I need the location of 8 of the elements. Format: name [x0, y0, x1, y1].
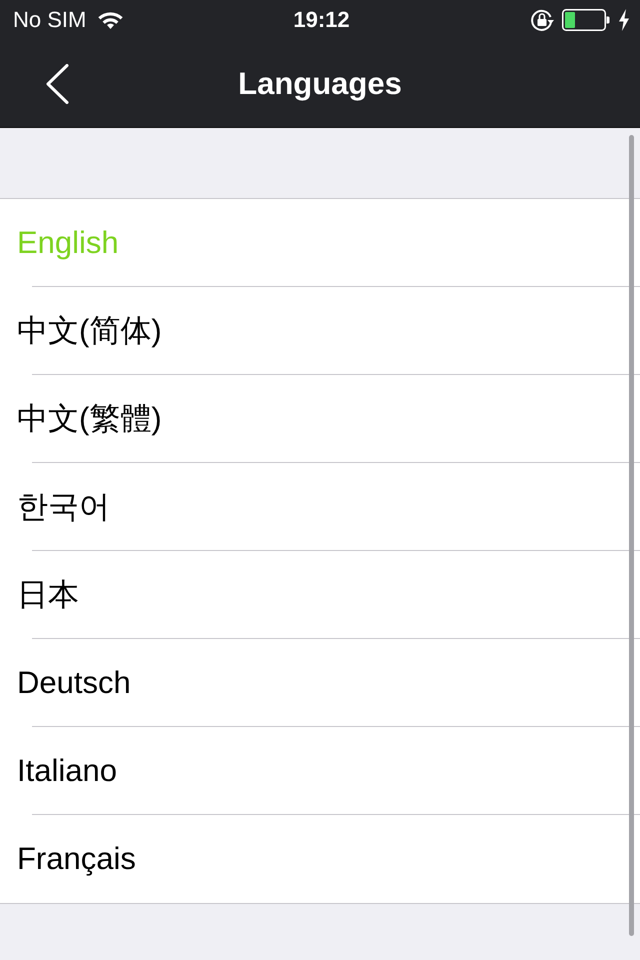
- rotation-lock-icon: [530, 8, 554, 32]
- back-chevron-icon: [45, 64, 69, 104]
- wifi-icon: [98, 11, 124, 29]
- page-title: Languages: [238, 66, 402, 102]
- battery-icon: [562, 9, 610, 31]
- carrier-label: No SIM: [13, 7, 86, 33]
- charging-bolt-icon: [618, 9, 630, 31]
- clock-time: 19:12: [293, 7, 350, 33]
